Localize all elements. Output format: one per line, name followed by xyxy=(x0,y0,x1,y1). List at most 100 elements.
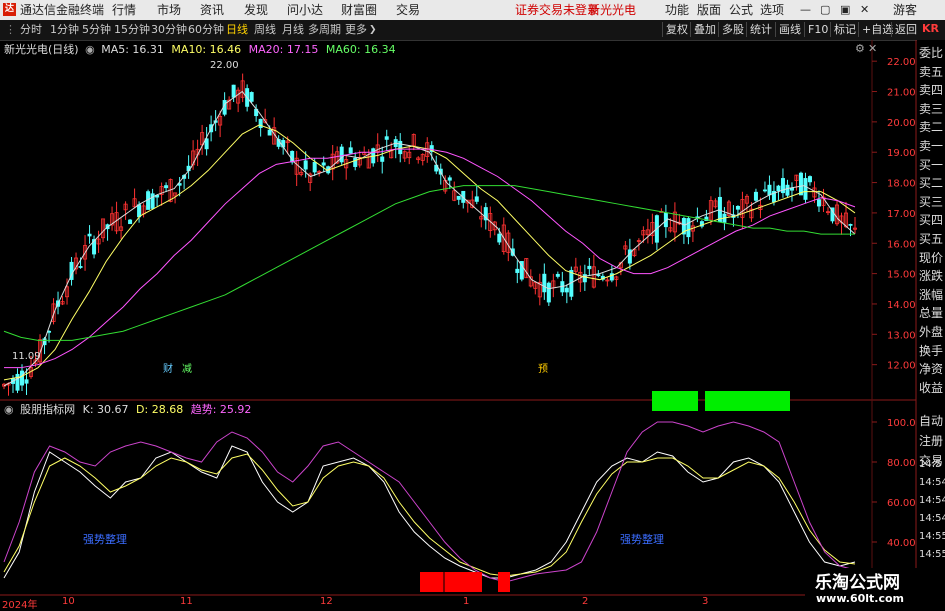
restore-icon[interactable]: ▣ xyxy=(840,2,850,18)
candle-body xyxy=(353,157,358,167)
maximize-icon[interactable]: ▢ xyxy=(820,2,830,18)
tab-weekly[interactable]: 周线 xyxy=(254,23,276,37)
order-book-label: 涨幅 xyxy=(919,287,944,302)
tab-60min[interactable]: 60分钟 xyxy=(188,23,224,37)
indicator-title: 股朋指标网 xyxy=(20,403,76,416)
tick-time: 14:54 xyxy=(919,513,945,524)
tab-30min[interactable]: 30分钟 xyxy=(151,23,187,37)
order-book-label: 卖五 xyxy=(919,64,944,79)
button-multi-stock[interactable]: 多股 xyxy=(718,22,747,37)
date-label: 1 xyxy=(463,596,470,607)
menu-ask[interactable]: 问小达 xyxy=(287,2,323,18)
dropdown-icon[interactable]: ◉ xyxy=(85,43,95,56)
price-tick-label: 21.00 xyxy=(887,88,916,99)
button-statistics[interactable]: 统计 xyxy=(746,22,775,37)
tab-15min[interactable]: 15分钟 xyxy=(114,23,150,37)
order-book-label: 买一 xyxy=(919,157,944,172)
app-logo-icon: 达 xyxy=(3,3,16,16)
button-adjust[interactable]: 复权 xyxy=(662,22,691,37)
indicator-tick-label: 100.0 xyxy=(887,418,916,429)
price-tick-label: 13.00 xyxy=(887,330,916,341)
candle-body xyxy=(546,282,551,303)
candle-body xyxy=(596,274,601,277)
guest-label[interactable]: 游客 xyxy=(893,2,917,18)
candle-body xyxy=(348,147,353,154)
price-tick-label: 18.00 xyxy=(887,179,916,190)
candle-body xyxy=(164,185,169,189)
watermark-url: www.60lt.com xyxy=(816,592,905,605)
reduce-marker[interactable]: 减 xyxy=(182,360,192,375)
tab-intraday[interactable]: 分时 xyxy=(20,23,42,37)
candle-body xyxy=(78,266,83,268)
button-f10[interactable]: F10 xyxy=(804,22,831,37)
signal-block xyxy=(420,572,482,592)
menu-discover[interactable]: 发现 xyxy=(244,2,268,18)
menu-quotes[interactable]: 行情 xyxy=(112,2,136,18)
price-tick-label: 22.00 xyxy=(887,57,916,68)
trade-panel-label[interactable]: 自动 xyxy=(919,412,945,430)
dropdown-icon[interactable]: ◉ xyxy=(4,403,14,416)
menu-options[interactable]: 选项 xyxy=(760,2,784,18)
tab-multi-period[interactable]: 多周期 xyxy=(308,23,341,37)
indicator-header: ◉ 股朋指标网 K: 30.67 D: 28.68 趋势: 25.92 xyxy=(4,403,251,417)
menu-formula[interactable]: 公式 xyxy=(729,2,753,18)
candle-body xyxy=(128,219,133,225)
ma20-label: MA20: 17.15 xyxy=(248,43,319,56)
candle-body xyxy=(497,233,502,243)
tab-daily[interactable]: 日线 xyxy=(226,23,248,37)
order-book-label: 涨跌 xyxy=(919,269,944,284)
tab-more[interactable]: 更多 xyxy=(345,23,367,37)
candle-body xyxy=(137,204,142,218)
forecast-marker[interactable]: 预 xyxy=(538,360,548,375)
trade-panel-label[interactable]: 注册 xyxy=(919,432,945,450)
main-chart-header: 新光光电(日线) ◉ MA5: 16.31 MA10: 16.46 MA20: … xyxy=(4,43,396,57)
menu-bar: 达 通达信金融终端 行情 市场 资讯 发现 问小达 财富圈 交易 证券交易未登录… xyxy=(0,0,945,20)
menu-wealth[interactable]: 财富圈 xyxy=(341,2,377,18)
chevron-right-icon[interactable]: ❯ xyxy=(369,23,377,37)
date-label: 11 xyxy=(180,596,193,607)
price-tick-label: 12.00 xyxy=(887,361,916,372)
financial-marker[interactable]: 财 xyxy=(163,360,173,375)
button-mark[interactable]: 标记 xyxy=(830,22,859,37)
candle-body xyxy=(303,160,308,170)
settings-gear-icon[interactable]: ⚙ xyxy=(855,42,865,55)
minimize-icon[interactable]: — xyxy=(800,2,811,18)
order-book-label: 净资 xyxy=(919,362,944,377)
indicator-axis-ticks: 100.080.0060.0040.0020.00 xyxy=(872,418,916,589)
tab-monthly[interactable]: 月线 xyxy=(282,23,304,37)
login-notice[interactable]: 证券交易未登录 xyxy=(515,2,599,18)
button-overlay[interactable]: 叠加 xyxy=(690,22,719,37)
candle-body xyxy=(231,84,236,98)
button-draw[interactable]: 画线 xyxy=(775,22,804,37)
menu-news[interactable]: 资讯 xyxy=(200,2,224,18)
menu-functions[interactable]: 功能 xyxy=(665,2,689,18)
ma10-label: MA10: 16.46 xyxy=(171,43,242,56)
tab-1min[interactable]: 1分钟 xyxy=(50,23,79,37)
price-tick-label: 19.00 xyxy=(887,148,916,159)
candle-body xyxy=(848,223,853,226)
tab-5min[interactable]: 5分钟 xyxy=(82,23,111,37)
menu-market[interactable]: 市场 xyxy=(157,2,181,18)
app-name: 通达信金融终端 xyxy=(20,3,105,17)
tick-time: 14:54 xyxy=(919,477,945,488)
candle-body xyxy=(456,195,461,200)
price-tick-label: 20.00 xyxy=(887,118,916,129)
candle-body xyxy=(564,287,569,293)
signal-block xyxy=(705,391,790,411)
candle-body xyxy=(447,177,452,181)
candle-body xyxy=(753,191,758,201)
order-book-label: 换手 xyxy=(919,343,944,358)
close-pane-icon[interactable]: ✕ xyxy=(868,42,877,55)
candle-body xyxy=(515,268,520,273)
menu-trade[interactable]: 交易 xyxy=(396,2,420,18)
annotation-label: 强势整理 xyxy=(83,533,127,546)
candle-body xyxy=(249,92,254,102)
candle-body xyxy=(587,265,592,270)
period-toolbar: ⋮ 分时 1分钟 5分钟 15分钟 30分钟 60分钟 日线 周线 月线 多周期… xyxy=(0,20,945,41)
button-back[interactable]: 返回 xyxy=(891,22,920,37)
candle-body xyxy=(785,184,790,196)
menu-layout[interactable]: 版面 xyxy=(697,2,721,18)
candle-body xyxy=(20,370,25,386)
indicator-line-1 xyxy=(3,453,856,577)
close-icon[interactable]: ✕ xyxy=(860,2,869,18)
